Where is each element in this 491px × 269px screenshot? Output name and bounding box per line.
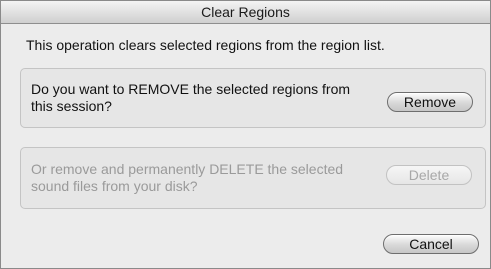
remove-section: Do you want to REMOVE the selected regio… (20, 68, 486, 128)
remove-question: Do you want to REMOVE the selected regio… (31, 81, 351, 114)
cancel-button[interactable]: Cancel (383, 234, 479, 254)
dialog-title: Clear Regions (201, 4, 290, 20)
dialog-title-bar[interactable]: Clear Regions (1, 1, 490, 24)
delete-button[interactable]: Delete (386, 165, 472, 185)
delete-section: Or remove and permanently DELETE the sel… (20, 147, 486, 209)
clear-regions-dialog: Clear Regions This operation clears sele… (0, 0, 491, 269)
delete-question: Or remove and permanently DELETE the sel… (31, 161, 344, 194)
intro-text: This operation clears selected regions f… (26, 37, 385, 53)
remove-button[interactable]: Remove (387, 92, 473, 112)
